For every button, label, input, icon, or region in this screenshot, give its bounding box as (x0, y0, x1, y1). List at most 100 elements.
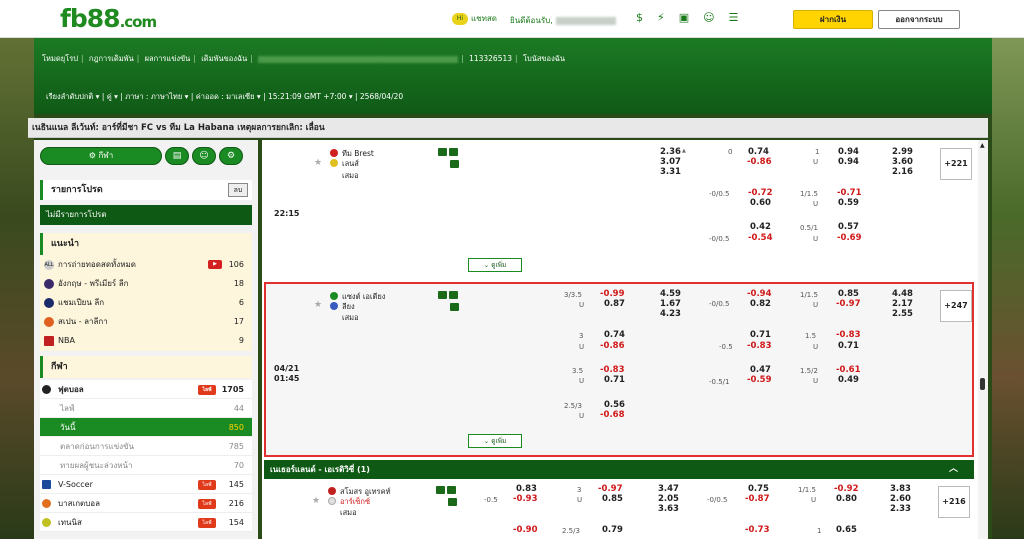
stats-icon[interactable] (436, 486, 445, 494)
sport-item-basketball[interactable]: บาสเกตบอล ไลฟ์ 216 (40, 494, 252, 513)
odds-up-icon: ▲ (682, 148, 686, 154)
sport-item-vsoccer[interactable]: V-Soccer ไลฟ์ 145 (40, 475, 252, 494)
match-media-icons[interactable] (438, 148, 458, 156)
sport-subitem[interactable]: ทายผลผู้ชนะล่วงหน้า 70 (40, 456, 252, 475)
chevron-down-icon: ⌄ (483, 261, 490, 269)
sports-button[interactable]: ⚙ กีฬา (40, 147, 162, 165)
deposit-button[interactable]: ฝากเงิน (793, 10, 873, 29)
live-stream-icon[interactable] (449, 291, 458, 299)
nav-link[interactable]: เดิมพันของฉัน (201, 54, 247, 63)
user-icon[interactable]: ☺ (703, 11, 714, 24)
date: 2568/04/20 (359, 92, 404, 101)
field-icon[interactable] (450, 303, 459, 311)
away-team[interactable]: เลนส์ (342, 158, 359, 170)
draw-label: เสมอ (342, 171, 359, 180)
nav-link[interactable]: โหมดยุโรป (42, 54, 78, 63)
team-logo (330, 159, 338, 167)
cancel-notice: เนธินแนล ลีเว้นท์: อาร์ที่มีชา FC vs ทีม… (28, 118, 988, 138)
blurred-info (258, 55, 459, 63)
league-header[interactable]: เนเธอร์แลนด์ - เอเรดิวิซี่ (1) ︿ (264, 460, 974, 479)
basketball-icon (42, 499, 51, 508)
odds-view-dropdown[interactable]: คู่ (107, 92, 112, 101)
background-left (0, 0, 34, 539)
settings-icon[interactable]: ⚙ (219, 147, 243, 165)
account-id: 113326513 (469, 54, 513, 63)
favorites-empty: ไม่มีรายการโปรด (40, 205, 252, 225)
flash-icon[interactable]: ⚡ (657, 11, 665, 24)
clock: 15:21:09 GMT +7:00 (267, 92, 347, 101)
vsoccer-icon (42, 480, 51, 489)
recommended-header: แนะนำ (40, 233, 252, 255)
favorite-star-icon[interactable]: ★ (314, 158, 322, 168)
live-chat-button[interactable]: Hi แชทสด (452, 12, 497, 25)
sport-subitem[interactable]: ไลฟ์ 44 (40, 399, 252, 418)
recommended-item[interactable]: แชมเปียน ลีก 6 (40, 293, 252, 312)
team-logo (330, 302, 338, 310)
nav-link[interactable]: กฎการเดิมพัน (89, 54, 134, 63)
chat-icon: Hi (452, 12, 468, 25)
scrollbar[interactable]: ▲ (978, 140, 988, 539)
scroll-up-icon[interactable]: ▲ (980, 142, 985, 149)
premier-league-icon (44, 278, 54, 289)
nav-bar: โหมดยุโรป | กฎการเดิมพัน | ผลการแข่งขัน | เ… (34, 38, 992, 114)
top-bar: fb88.com Hi แชทสด ยินดีต้อนรับ, $ ⚡ ▣ ☺ ☰… (0, 0, 1024, 38)
recommended-item[interactable]: อังกฤษ - พรีเมียร์ ลีก 18 (40, 274, 252, 293)
draw-label: เสมอ (340, 508, 357, 517)
sport-subitem[interactable]: ตลาดก่อนการแข่งขัน 785 (40, 437, 252, 456)
sort-dropdown[interactable]: เรียงลำดับปกติ (46, 92, 93, 101)
favorite-star-icon[interactable]: ★ (314, 300, 322, 310)
betslip-icon[interactable]: ▤ (165, 147, 189, 165)
nba-icon (44, 335, 54, 346)
sports-icon[interactable]: ▣ (679, 11, 689, 24)
background-right (992, 0, 1024, 539)
favorites-delete-button[interactable]: ลบ (228, 183, 248, 197)
sport-item-tennis[interactable]: เทนนิส ไลฟ์ 154 (40, 513, 252, 532)
language-dropdown[interactable]: ภาษา : ภาษาไทย (125, 92, 182, 101)
collapse-icon[interactable]: ︿ (949, 460, 958, 479)
tennis-icon (42, 518, 51, 527)
team-logo (330, 149, 338, 157)
team-logo (330, 292, 338, 300)
odds-type-dropdown[interactable]: ค่าออด : มาเลเซีย (196, 92, 255, 101)
top-icons: $ ⚡ ▣ ☺ ☰ (636, 11, 738, 24)
live-stream-icon[interactable] (449, 148, 458, 156)
scrollbar-thumb[interactable] (980, 378, 985, 390)
more-markets-button[interactable]: +247 (940, 290, 972, 322)
stats-icon[interactable] (438, 148, 447, 156)
balance-icon[interactable]: $ (636, 11, 643, 24)
nav-link[interactable]: ผลการแข่งขัน (145, 54, 191, 63)
logout-button[interactable]: ออกจากระบบ (878, 10, 960, 29)
recommended-item[interactable]: สเปน - ลาลีกา 17 (40, 312, 252, 331)
field-icon[interactable] (448, 498, 457, 506)
username-blurred (555, 16, 616, 25)
match-time: 22:15 (274, 209, 300, 218)
highlighted-match: ★ แซงต์ เอเตียง ลียง เสมอ 04/21 01:45 3/… (264, 282, 974, 457)
logo[interactable]: fb88.com (60, 4, 157, 33)
menu-icon[interactable]: ☰ (729, 11, 739, 24)
recommended-box: แนะนำ ALL การถ่ายทอดสดทั้งหมด ▶ 106 อังกฤษ … (40, 233, 252, 351)
sport-item-football[interactable]: ฟุตบอล ไลฟ์ 1705 (40, 380, 252, 399)
more-markets-button[interactable]: +216 (938, 486, 970, 518)
sport-subitem-today[interactable]: วันนี้ 850 (40, 418, 252, 437)
sports-list: ฟุตบอล ไลฟ์ 1705 ไลฟ์ 44 วันนี้ 850 ตลาดก่อน… (40, 380, 252, 532)
expand-button[interactable]: ⌄ ดูเพิ่ม (468, 258, 522, 272)
recommended-item[interactable]: ALL การถ่ายทอดสดทั้งหมด ▶ 106 (40, 255, 252, 274)
draw-label: เสมอ (342, 313, 359, 322)
all-live-icon: ALL (44, 259, 54, 270)
more-markets-button[interactable]: +221 (940, 148, 972, 180)
nav-links: โหมดยุโรป | กฎการเดิมพัน | ผลการแข่งขัน | เ… (42, 54, 565, 63)
match-date: 04/21 (274, 364, 300, 373)
field-icon[interactable] (450, 160, 459, 168)
profile-icon[interactable]: ☺ (192, 147, 216, 165)
live-stream-icon[interactable] (447, 486, 456, 494)
favorite-star-icon[interactable]: ★ (312, 496, 320, 506)
sidebar: ⚙ กีฬา ▤ ☺ ⚙ รายการโปรด ลบ ไม่มีรายการโปร… (34, 140, 258, 539)
expand-button[interactable]: ⌄ ดูเพิ่ม (468, 434, 522, 448)
stats-icon[interactable] (438, 291, 447, 299)
recommended-item[interactable]: NBA 9 (40, 331, 252, 350)
laliga-icon (44, 316, 54, 327)
nav-link[interactable]: โบนัสของฉัน (523, 54, 565, 63)
champions-league-icon (44, 297, 54, 308)
settings-row: เรียงลำดับปกติ ▾ | คู่ ▾ | ภาษา : ภาษาไท… (46, 92, 404, 101)
favorites-header: รายการโปรด ลบ (40, 180, 252, 200)
